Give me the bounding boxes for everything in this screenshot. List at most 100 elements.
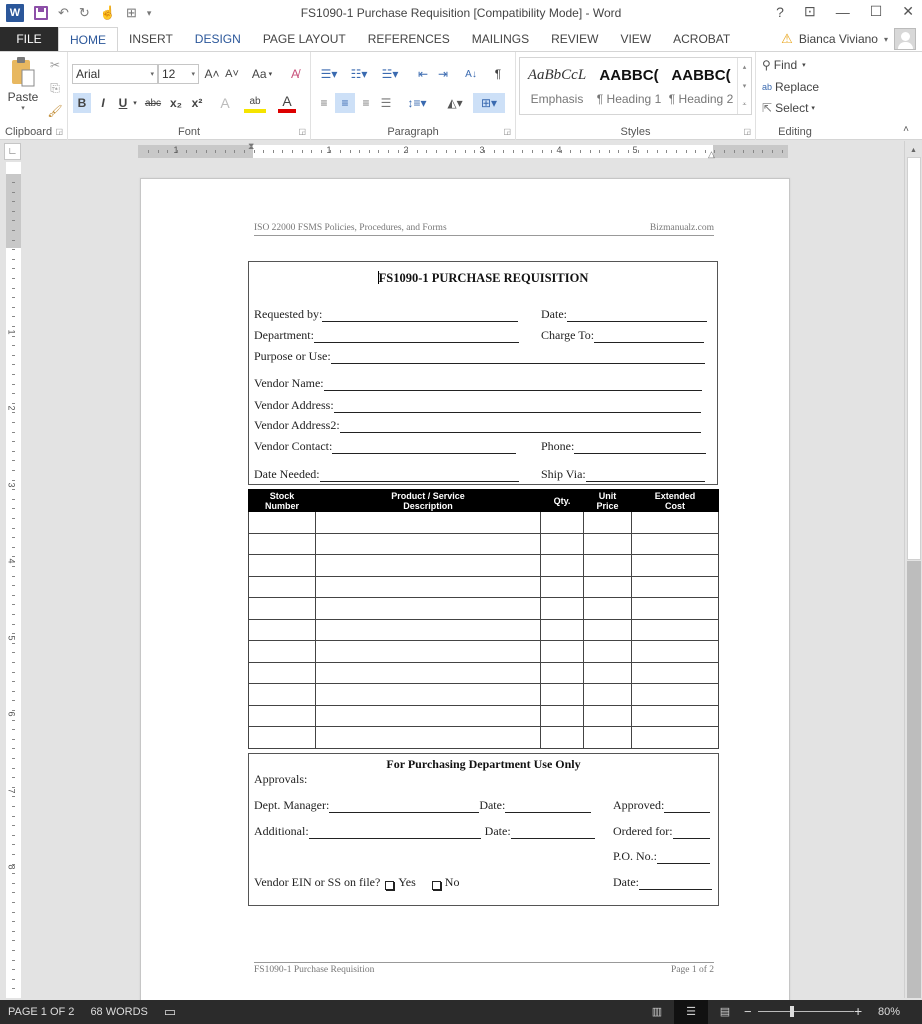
- style-heading-1[interactable]: AABBC( ¶ Heading 1: [594, 62, 664, 107]
- line-spacing-button[interactable]: ↕≡▾: [403, 93, 431, 113]
- more-styles-icon[interactable]: ⩡: [743, 101, 747, 109]
- table-cell[interactable]: [540, 554, 584, 577]
- shading-button[interactable]: ◭▾: [441, 93, 469, 113]
- table-cell[interactable]: [315, 554, 541, 577]
- table-cell[interactable]: [540, 511, 584, 534]
- user-dropdown-icon[interactable]: ▾: [884, 35, 888, 44]
- table-cell[interactable]: [248, 554, 316, 577]
- table-cell[interactable]: [540, 726, 584, 749]
- table-cell[interactable]: [631, 511, 719, 534]
- table-cell[interactable]: [315, 511, 541, 534]
- vendor-address2-field[interactable]: Vendor Address2:: [254, 418, 701, 433]
- vertical-scrollbar[interactable]: ▲: [904, 141, 922, 998]
- table-cell[interactable]: [315, 726, 541, 749]
- print-layout-button[interactable]: ☰: [674, 1000, 708, 1024]
- tab-review[interactable]: REVIEW: [540, 27, 609, 51]
- paste-dropdown-icon[interactable]: ▾: [21, 104, 25, 112]
- table-cell[interactable]: [631, 618, 719, 641]
- ordered-for-field[interactable]: Ordered for:: [613, 824, 710, 839]
- font-color-button[interactable]: A: [278, 93, 296, 113]
- read-mode-icon[interactable]: ▥: [650, 1005, 664, 1018]
- style-emphasis[interactable]: AaBbCcL Emphasis: [522, 62, 592, 107]
- show-formatting-button[interactable]: ¶: [489, 64, 507, 84]
- field-line[interactable]: [505, 802, 592, 813]
- collapse-ribbon-icon[interactable]: ˄: [898, 122, 914, 136]
- first-line-indent-marker[interactable]: ⧗: [248, 141, 254, 152]
- table-cell[interactable]: [248, 640, 316, 663]
- table-cell[interactable]: [315, 640, 541, 663]
- zoom-slider[interactable]: [758, 1011, 854, 1012]
- table-cell[interactable]: [248, 597, 316, 620]
- table-cell[interactable]: [315, 704, 541, 727]
- scroll-down-icon[interactable]: ▾: [743, 82, 747, 90]
- table-cell[interactable]: [631, 554, 719, 577]
- field-line[interactable]: [639, 879, 712, 890]
- superscript-button[interactable]: x²: [188, 93, 206, 113]
- proofing-icon[interactable]: ▭: [164, 1004, 176, 1020]
- cut-icon[interactable]: ✂: [46, 56, 64, 74]
- tab-acrobat[interactable]: ACROBAT: [662, 27, 741, 51]
- table-cell[interactable]: [248, 575, 316, 598]
- table-cell[interactable]: [583, 532, 632, 555]
- field-line[interactable]: [594, 332, 705, 343]
- table-cell[interactable]: [583, 597, 632, 620]
- table-cell[interactable]: [248, 511, 316, 534]
- charge-to-field[interactable]: Charge To:: [541, 328, 705, 343]
- justify-button[interactable]: ☰: [377, 93, 395, 113]
- styles-launcher-icon[interactable]: ◲: [743, 127, 751, 136]
- field-line[interactable]: [332, 443, 517, 454]
- right-indent-marker[interactable]: △: [708, 149, 715, 160]
- ribbon-display-button[interactable]: ⊡: [804, 3, 816, 20]
- field-line[interactable]: [319, 471, 519, 482]
- align-left-button[interactable]: ≡: [315, 93, 333, 113]
- field-line[interactable]: [664, 802, 711, 813]
- table-cell[interactable]: [540, 575, 584, 598]
- field-line[interactable]: [330, 353, 705, 364]
- table-cell[interactable]: [540, 597, 584, 620]
- table-cell[interactable]: [631, 683, 719, 706]
- table-cell[interactable]: [248, 704, 316, 727]
- table-cell[interactable]: [248, 726, 316, 749]
- vendor-address-field[interactable]: Vendor Address:: [254, 398, 701, 413]
- table-cell[interactable]: [583, 575, 632, 598]
- tab-selector[interactable]: ∟: [4, 143, 21, 160]
- zoom-in-button[interactable]: +: [854, 1003, 862, 1019]
- font-launcher-icon[interactable]: ◲: [298, 127, 306, 136]
- field-line[interactable]: [510, 828, 595, 839]
- table-cell[interactable]: [583, 618, 632, 641]
- field-line[interactable]: [329, 802, 480, 813]
- sort-button[interactable]: A↓: [461, 64, 481, 84]
- subscript-button[interactable]: x₂: [167, 93, 185, 113]
- field-line[interactable]: [313, 332, 519, 343]
- increase-indent-button[interactable]: ⇥: [434, 64, 452, 84]
- vendor-contact-field[interactable]: Vendor Contact:: [254, 439, 517, 454]
- styles-scroll[interactable]: ▴ ▾ ⩡: [737, 58, 751, 114]
- decrease-indent-button[interactable]: ⇤: [414, 64, 432, 84]
- align-right-button[interactable]: ≡: [357, 93, 375, 113]
- table-cell[interactable]: [540, 661, 584, 684]
- table-cell[interactable]: [540, 618, 584, 641]
- table-cell[interactable]: [248, 618, 316, 641]
- user-account[interactable]: ⚠ Bianca Viviano ▾: [781, 27, 916, 51]
- table-cell[interactable]: [315, 532, 541, 555]
- select-button[interactable]: ⇱ Select ▾: [762, 99, 815, 117]
- italic-button[interactable]: I: [95, 93, 111, 113]
- word-count[interactable]: 68 WORDS: [90, 1006, 147, 1018]
- table-cell[interactable]: [248, 683, 316, 706]
- table-cell[interactable]: [583, 683, 632, 706]
- date-needed-field[interactable]: Date Needed:: [254, 467, 519, 482]
- table-cell[interactable]: [631, 726, 719, 749]
- tab-page-layout[interactable]: PAGE LAYOUT: [252, 27, 357, 51]
- table-cell[interactable]: [315, 661, 541, 684]
- tab-references[interactable]: REFERENCES: [357, 27, 461, 51]
- tab-design[interactable]: DESIGN: [184, 27, 252, 51]
- font-size-select[interactable]: 12 ▾: [158, 64, 199, 84]
- shrink-font-button[interactable]: A˅: [223, 64, 241, 84]
- zoom-out-button[interactable]: −: [744, 1004, 752, 1019]
- table-cell[interactable]: [583, 661, 632, 684]
- table-cell[interactable]: [631, 597, 719, 620]
- table-cell[interactable]: [540, 532, 584, 555]
- copy-icon[interactable]: ⎘: [46, 79, 64, 97]
- strikethrough-button[interactable]: abc: [142, 93, 164, 113]
- tab-view[interactable]: VIEW: [609, 27, 662, 51]
